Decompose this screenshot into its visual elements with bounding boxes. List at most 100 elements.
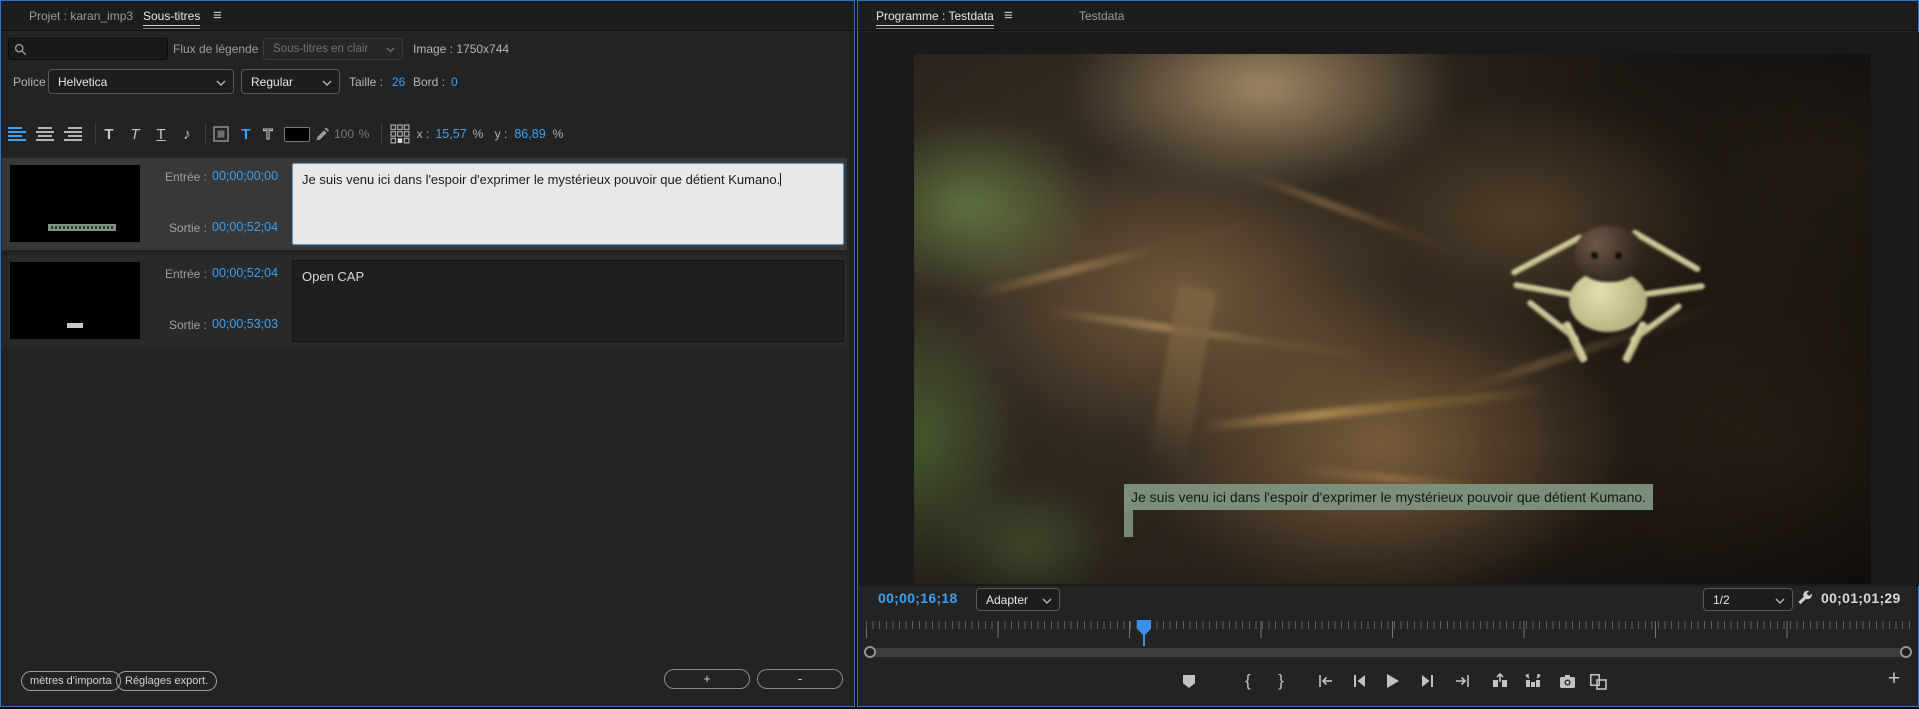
add-caption-button[interactable]: +: [664, 669, 750, 689]
out-time-value[interactable]: 00;00;53;03: [212, 317, 278, 331]
italic-glyph: T: [130, 125, 140, 143]
playhead-stem: [1143, 635, 1145, 646]
chevron-down-icon: [386, 42, 395, 56]
eyedropper-icon[interactable]: [311, 119, 333, 149]
music-note-icon[interactable]: ♪: [175, 119, 199, 149]
scrollbar-left-handle[interactable]: [864, 646, 876, 658]
position-grid-icon[interactable]: [387, 119, 413, 149]
scrollbar-right-handle[interactable]: [1900, 646, 1912, 658]
add-marker-button[interactable]: [1177, 669, 1201, 693]
caption-stream-label: Flux de légende :: [173, 42, 266, 56]
mark-out-button[interactable]: }: [1269, 669, 1293, 693]
step-back-button[interactable]: [1347, 669, 1371, 693]
monitor-timeline-ruler[interactable]: [866, 620, 1912, 647]
timeline-scrollbar[interactable]: [866, 648, 1910, 657]
out-time-value[interactable]: 00;00;52;04: [212, 220, 278, 234]
extract-button[interactable]: [1521, 669, 1545, 693]
edge-value[interactable]: 0: [451, 75, 458, 89]
in-time-value[interactable]: 00;00;00;00: [212, 169, 278, 183]
opacity-percent: %: [358, 127, 370, 141]
caption-text: Je suis venu ici dans l'espoir d'exprime…: [302, 172, 781, 187]
in-time-label: Entrée :: [164, 267, 207, 281]
chevron-down-icon: [1775, 593, 1785, 607]
bold-button[interactable]: T: [97, 119, 121, 149]
opacity-value[interactable]: 100: [331, 119, 357, 149]
y-position-label: y :: [494, 127, 508, 141]
align-right-icon[interactable]: [61, 119, 85, 149]
caption-search-box[interactable]: [8, 38, 168, 60]
playback-resolution-value: 1/2: [1713, 592, 1730, 607]
tab-captions[interactable]: Sous-titres: [143, 1, 201, 31]
font-size-label: Taille :: [349, 75, 384, 89]
mark-in-button[interactable]: {: [1236, 669, 1260, 693]
font-label: Police :: [13, 75, 53, 89]
font-size-value[interactable]: 26: [392, 75, 405, 89]
tab-captions-label: Sous-titres: [143, 9, 201, 23]
caption-stream-value: Sous-titres en clair: [273, 43, 369, 55]
x-percent: %: [472, 127, 484, 141]
background-fill-icon[interactable]: [209, 119, 233, 149]
thumbnail-text-mark: [67, 323, 83, 328]
tab-testdata[interactable]: Testdata: [1079, 1, 1124, 31]
in-time-value[interactable]: 00;00;52;04: [212, 266, 278, 280]
panel-menu-icon[interactable]: ≡: [1004, 1, 1013, 31]
underline-glyph: T: [156, 125, 166, 143]
panel-menu-icon[interactable]: ≡: [213, 1, 222, 31]
caption-text-editor[interactable]: Je suis venu ici dans l'espoir d'exprime…: [292, 163, 844, 245]
chevron-down-icon: [216, 75, 226, 89]
lift-button[interactable]: [1488, 669, 1512, 693]
toolbar-divider: [205, 123, 206, 145]
edge-label: Bord :: [413, 75, 446, 89]
bold-glyph: T: [104, 125, 114, 143]
video-subtitle-overlay[interactable]: Je suis venu ici dans l'espoir d'exprime…: [1124, 484, 1654, 510]
button-editor-plus[interactable]: +: [1882, 667, 1906, 691]
play-button[interactable]: [1380, 669, 1404, 693]
text-fill-glyph: T: [241, 125, 251, 143]
import-settings-button[interactable]: mètres d'importa: [21, 671, 121, 691]
go-to-out-button[interactable]: [1450, 669, 1474, 693]
text-edge-button[interactable]: T: [257, 119, 279, 149]
program-monitor-panel: Programme : Testdata ≡ Testdata Je suis …: [857, 0, 1919, 707]
search-input[interactable]: [33, 40, 163, 58]
caption-stream-dropdown[interactable]: Sous-titres en clair: [263, 38, 403, 60]
text-fill-button[interactable]: T: [235, 119, 257, 149]
export-frame-camera-icon[interactable]: [1555, 669, 1579, 693]
tab-program-label: Programme : Testdata: [876, 9, 994, 23]
step-forward-button[interactable]: [1415, 669, 1439, 693]
align-center-icon[interactable]: [33, 119, 57, 149]
y-percent: %: [552, 127, 564, 141]
x-position-value[interactable]: 15,57: [433, 119, 469, 149]
color-swatch-black: [284, 126, 310, 142]
caption-text-editor[interactable]: Open CAP: [292, 260, 844, 342]
remove-caption-button[interactable]: -: [757, 669, 843, 689]
wrench-settings-icon[interactable]: [1796, 589, 1814, 612]
align-left-icon[interactable]: [5, 119, 29, 149]
current-timecode[interactable]: 00;00;16;18: [878, 590, 958, 606]
caption-row-2[interactable]: Entrée : 00;00;52;04 Sortie : 00;00;53;0…: [2, 255, 847, 347]
y-position-value[interactable]: 86,89: [511, 119, 549, 149]
tab-project[interactable]: Projet : karan_imp3: [29, 1, 133, 31]
tab-program[interactable]: Programme : Testdata: [876, 1, 994, 31]
playback-resolution-dropdown[interactable]: 1/2: [1703, 588, 1793, 611]
zoom-fit-dropdown[interactable]: Adapter: [976, 588, 1060, 611]
go-to-in-button[interactable]: [1314, 669, 1338, 693]
text-cursor: [780, 173, 782, 186]
underline-button[interactable]: T: [149, 119, 173, 149]
active-tab-underline: [876, 25, 994, 29]
caption-thumbnail[interactable]: [10, 262, 140, 339]
active-tab-underline: [143, 25, 201, 29]
comparison-view-icon[interactable]: [1586, 669, 1610, 693]
out-time-label: Sortie :: [168, 318, 207, 332]
ruler-minor-ticks: [866, 621, 1912, 629]
caption-format-toolbar: T T T ♪ T T 100 % x: 15,57 % y: 86,89 …: [1, 119, 856, 149]
italic-button[interactable]: T: [123, 119, 147, 149]
video-frame[interactable]: Je suis venu ici dans l'espoir d'exprime…: [914, 54, 1871, 584]
export-settings-button[interactable]: Réglages export.: [116, 671, 218, 691]
font-style-dropdown[interactable]: Regular: [241, 69, 340, 94]
caption-thumbnail[interactable]: [10, 165, 140, 242]
caption-row-1[interactable]: Entrée : 00;00;00;00 Sortie : 00;00;52;0…: [2, 158, 847, 250]
font-family-dropdown[interactable]: Helvetica: [48, 69, 234, 94]
program-monitor-area: Je suis venu ici dans l'espoir d'exprime…: [859, 32, 1919, 586]
chevron-down-icon: [322, 75, 332, 89]
color-swatch[interactable]: [281, 119, 313, 149]
